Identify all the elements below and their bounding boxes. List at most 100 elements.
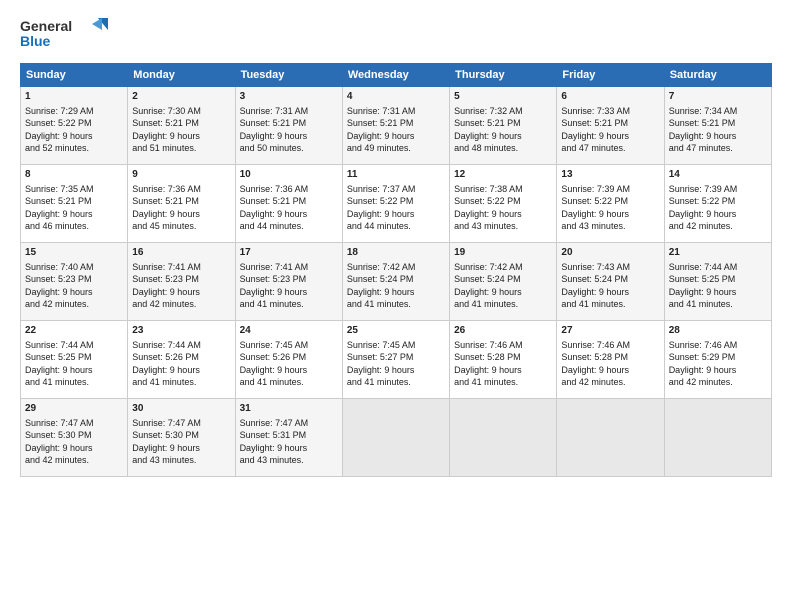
cell-text: and 49 minutes.: [347, 142, 445, 155]
cell-text: and 41 minutes.: [561, 298, 659, 311]
cell-text: Sunrise: 7:39 AM: [669, 183, 767, 196]
cell-text: Sunset: 5:25 PM: [669, 273, 767, 286]
cell-text: Sunset: 5:22 PM: [669, 195, 767, 208]
cell-text: Daylight: 9 hours: [669, 286, 767, 299]
cell-text: Sunset: 5:24 PM: [561, 273, 659, 286]
day-number: 25: [347, 324, 445, 338]
day-number: 1: [25, 90, 123, 104]
cell-text: Daylight: 9 hours: [454, 130, 552, 143]
cell-text: Sunset: 5:21 PM: [561, 117, 659, 130]
cell-text: Daylight: 9 hours: [454, 364, 552, 377]
calendar-cell: [557, 398, 664, 476]
cell-text: Sunset: 5:27 PM: [347, 351, 445, 364]
cell-text: and 42 minutes.: [561, 376, 659, 389]
col-header-sunday: Sunday: [21, 63, 128, 86]
cell-text: Sunset: 5:21 PM: [240, 117, 338, 130]
cell-text: and 41 minutes.: [669, 298, 767, 311]
cell-text: Sunrise: 7:35 AM: [25, 183, 123, 196]
cell-text: and 42 minutes.: [669, 220, 767, 233]
cell-text: Sunrise: 7:31 AM: [240, 105, 338, 118]
cell-text: Sunrise: 7:33 AM: [561, 105, 659, 118]
logo: General Blue: [20, 16, 110, 57]
day-number: 3: [240, 90, 338, 104]
day-number: 15: [25, 246, 123, 260]
calendar-cell: 30Sunrise: 7:47 AMSunset: 5:30 PMDayligh…: [128, 398, 235, 476]
cell-text: Daylight: 9 hours: [25, 130, 123, 143]
cell-text: Sunset: 5:21 PM: [454, 117, 552, 130]
day-number: 7: [669, 90, 767, 104]
cell-text: Daylight: 9 hours: [240, 130, 338, 143]
cell-text: Daylight: 9 hours: [240, 364, 338, 377]
cell-text: and 46 minutes.: [25, 220, 123, 233]
cell-text: Sunset: 5:28 PM: [454, 351, 552, 364]
cell-text: Daylight: 9 hours: [132, 208, 230, 221]
cell-text: Sunset: 5:21 PM: [25, 195, 123, 208]
cell-text: Sunset: 5:30 PM: [25, 429, 123, 442]
day-number: 21: [669, 246, 767, 260]
cell-text: and 43 minutes.: [132, 454, 230, 467]
calendar-cell: 5Sunrise: 7:32 AMSunset: 5:21 PMDaylight…: [450, 86, 557, 164]
cell-text: and 42 minutes.: [25, 298, 123, 311]
cell-text: Sunrise: 7:40 AM: [25, 261, 123, 274]
cell-text: Daylight: 9 hours: [454, 286, 552, 299]
cell-text: Daylight: 9 hours: [240, 208, 338, 221]
cell-text: Sunrise: 7:41 AM: [132, 261, 230, 274]
calendar-cell: 14Sunrise: 7:39 AMSunset: 5:22 PMDayligh…: [664, 164, 771, 242]
calendar-table: SundayMondayTuesdayWednesdayThursdayFrid…: [20, 63, 772, 477]
cell-text: Sunset: 5:22 PM: [561, 195, 659, 208]
cell-text: Sunrise: 7:32 AM: [454, 105, 552, 118]
day-number: 12: [454, 168, 552, 182]
cell-text: Daylight: 9 hours: [347, 286, 445, 299]
cell-text: and 42 minutes.: [669, 376, 767, 389]
cell-text: and 52 minutes.: [25, 142, 123, 155]
calendar-cell: 8Sunrise: 7:35 AMSunset: 5:21 PMDaylight…: [21, 164, 128, 242]
cell-text: and 41 minutes.: [454, 376, 552, 389]
page-header: General Blue: [20, 16, 772, 57]
cell-text: Daylight: 9 hours: [347, 364, 445, 377]
calendar-cell: 3Sunrise: 7:31 AMSunset: 5:21 PMDaylight…: [235, 86, 342, 164]
calendar-cell: 29Sunrise: 7:47 AMSunset: 5:30 PMDayligh…: [21, 398, 128, 476]
calendar-cell: 6Sunrise: 7:33 AMSunset: 5:21 PMDaylight…: [557, 86, 664, 164]
calendar-cell: 19Sunrise: 7:42 AMSunset: 5:24 PMDayligh…: [450, 242, 557, 320]
cell-text: Daylight: 9 hours: [669, 364, 767, 377]
cell-text: Sunset: 5:21 PM: [347, 117, 445, 130]
cell-text: Sunset: 5:25 PM: [25, 351, 123, 364]
day-number: 13: [561, 168, 659, 182]
cell-text: Daylight: 9 hours: [132, 130, 230, 143]
calendar-cell: 26Sunrise: 7:46 AMSunset: 5:28 PMDayligh…: [450, 320, 557, 398]
cell-text: Sunset: 5:24 PM: [454, 273, 552, 286]
calendar-cell: 12Sunrise: 7:38 AMSunset: 5:22 PMDayligh…: [450, 164, 557, 242]
cell-text: Sunrise: 7:47 AM: [25, 417, 123, 430]
cell-text: Daylight: 9 hours: [561, 130, 659, 143]
day-number: 8: [25, 168, 123, 182]
calendar-cell: 21Sunrise: 7:44 AMSunset: 5:25 PMDayligh…: [664, 242, 771, 320]
week-row-4: 22Sunrise: 7:44 AMSunset: 5:25 PMDayligh…: [21, 320, 772, 398]
col-header-thursday: Thursday: [450, 63, 557, 86]
day-number: 24: [240, 324, 338, 338]
cell-text: Sunset: 5:22 PM: [347, 195, 445, 208]
day-number: 10: [240, 168, 338, 182]
calendar-page: General Blue SundayMondayTuesdayWednesda…: [0, 0, 792, 612]
calendar-cell: 2Sunrise: 7:30 AMSunset: 5:21 PMDaylight…: [128, 86, 235, 164]
cell-text: and 41 minutes.: [454, 298, 552, 311]
cell-text: Sunset: 5:23 PM: [25, 273, 123, 286]
calendar-cell: 10Sunrise: 7:36 AMSunset: 5:21 PMDayligh…: [235, 164, 342, 242]
cell-text: Sunrise: 7:31 AM: [347, 105, 445, 118]
day-number: 28: [669, 324, 767, 338]
cell-text: Sunrise: 7:34 AM: [669, 105, 767, 118]
day-number: 2: [132, 90, 230, 104]
cell-text: Daylight: 9 hours: [454, 208, 552, 221]
cell-text: and 50 minutes.: [240, 142, 338, 155]
cell-text: Daylight: 9 hours: [347, 130, 445, 143]
cell-text: Sunrise: 7:46 AM: [561, 339, 659, 352]
cell-text: and 43 minutes.: [561, 220, 659, 233]
col-header-friday: Friday: [557, 63, 664, 86]
cell-text: Sunrise: 7:30 AM: [132, 105, 230, 118]
cell-text: Daylight: 9 hours: [25, 286, 123, 299]
cell-text: Sunset: 5:24 PM: [347, 273, 445, 286]
day-number: 11: [347, 168, 445, 182]
cell-text: and 44 minutes.: [240, 220, 338, 233]
cell-text: Sunset: 5:23 PM: [240, 273, 338, 286]
cell-text: Sunset: 5:31 PM: [240, 429, 338, 442]
cell-text: and 41 minutes.: [347, 376, 445, 389]
